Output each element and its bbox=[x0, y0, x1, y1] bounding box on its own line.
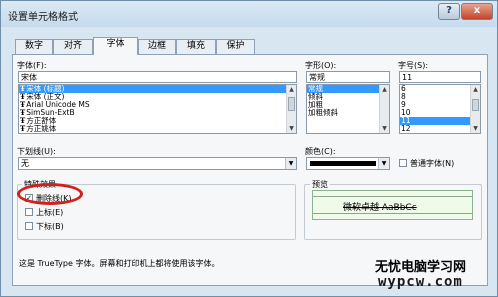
scroll-down-icon[interactable]: ▼ bbox=[287, 124, 296, 133]
preview-box: 微软卓越 AaBbCc bbox=[312, 190, 473, 220]
preview-text: 微软卓越 AaBbCc bbox=[343, 203, 417, 213]
normal-font-label: 普通字体(N) bbox=[410, 159, 455, 168]
watermark-url: wypcw.com bbox=[378, 274, 463, 290]
list-item[interactable]: Ŧ方正姚体 bbox=[19, 125, 296, 133]
tab-fill[interactable]: 填充 bbox=[176, 39, 216, 54]
style-label: 字形(O): bbox=[305, 61, 337, 70]
style-list-scrollbar[interactable]: ▲ ▼ bbox=[379, 85, 389, 133]
scroll-down-icon[interactable]: ▼ bbox=[471, 124, 480, 133]
font-tab-panel: 字体(F): 宋体 Ŧ宋体 (标题) Ŧ宋体 (正文) ŦArial Unico… bbox=[12, 54, 488, 286]
color-select[interactable]: ▼ bbox=[306, 157, 390, 170]
watermark-site-name: 无忧电脑学习网 bbox=[375, 260, 467, 275]
list-item[interactable]: 12 bbox=[400, 125, 480, 133]
list-item[interactable]: 10 bbox=[400, 109, 480, 117]
preview-legend: 预览 bbox=[310, 179, 330, 190]
style-input[interactable]: 常规 bbox=[306, 71, 390, 83]
scroll-up-icon[interactable]: ▲ bbox=[471, 85, 480, 94]
superscript-checkbox[interactable] bbox=[25, 208, 33, 216]
format-cells-dialog: 设置单元格格式 ? x 数字 对齐 字体 边框 填充 保护 字体(F): 宋体 … bbox=[0, 0, 498, 297]
color-label: 颜色(C): bbox=[305, 147, 336, 156]
close-button[interactable]: x bbox=[461, 3, 493, 20]
chevron-down-icon[interactable]: ▼ bbox=[378, 158, 389, 169]
list-item-label: 方正姚体 bbox=[26, 124, 57, 133]
subscript-label: 下标(B) bbox=[36, 222, 64, 231]
list-item[interactable]: 11 bbox=[400, 117, 480, 125]
title-bar[interactable]: 设置单元格格式 ? x bbox=[1, 1, 497, 27]
tab-font[interactable]: 字体 bbox=[93, 37, 138, 55]
color-swatch bbox=[310, 161, 376, 166]
underline-label: 下划线(U): bbox=[17, 147, 56, 156]
size-list-scrollbar[interactable]: ▲ ▼ bbox=[470, 85, 480, 133]
list-item[interactable]: Ŧ方正舒体 bbox=[19, 117, 296, 125]
preview-line bbox=[313, 213, 472, 214]
font-list-scrollbar[interactable]: ▲ ▼ bbox=[286, 85, 296, 133]
tab-protection[interactable]: 保护 bbox=[216, 39, 255, 54]
size-label: 字号(S): bbox=[398, 61, 429, 70]
list-item[interactable]: 9 bbox=[400, 101, 480, 109]
list-item[interactable]: 6 bbox=[400, 85, 480, 93]
tab-alignment[interactable]: 对齐 bbox=[53, 39, 93, 54]
help-button[interactable]: ? bbox=[438, 3, 460, 20]
superscript-label: 上标(E) bbox=[36, 208, 64, 217]
normal-font-checkbox[interactable] bbox=[399, 159, 407, 167]
size-input[interactable]: 11 bbox=[399, 71, 481, 83]
scroll-thumb[interactable] bbox=[288, 97, 295, 111]
font-input[interactable]: 宋体 bbox=[18, 71, 297, 83]
style-list[interactable]: 常规 倾斜 加粗 加粗倾斜 ▲ ▼ bbox=[306, 84, 390, 134]
font-label: 字体(F): bbox=[17, 61, 47, 70]
subscript-checkbox[interactable] bbox=[25, 222, 33, 230]
list-item[interactable]: ŦSimSun-ExtB bbox=[19, 109, 296, 117]
underline-value: 无 bbox=[21, 159, 29, 168]
preview-line bbox=[313, 196, 472, 197]
scroll-up-icon[interactable]: ▲ bbox=[380, 85, 389, 94]
list-item[interactable]: 8 bbox=[400, 93, 480, 101]
truetype-icon: Ŧ bbox=[20, 124, 26, 133]
font-list[interactable]: Ŧ宋体 (标题) Ŧ宋体 (正文) ŦArial Unicode MS ŦSim… bbox=[18, 84, 297, 134]
size-list[interactable]: 6 8 9 10 11 12 ▲ ▼ bbox=[399, 84, 481, 134]
scroll-up-icon[interactable]: ▲ bbox=[287, 85, 296, 94]
truetype-note: 这是 TrueType 字体。屏幕和打印机上都将使用该字体。 bbox=[19, 259, 220, 268]
underline-select[interactable]: 无 ▼ bbox=[18, 157, 297, 170]
scroll-thumb[interactable] bbox=[472, 99, 479, 111]
scroll-down-icon[interactable]: ▼ bbox=[380, 124, 389, 133]
tab-number[interactable]: 数字 bbox=[15, 39, 53, 54]
dialog-title: 设置单元格格式 bbox=[8, 12, 78, 23]
chevron-down-icon[interactable]: ▼ bbox=[285, 158, 296, 169]
list-item[interactable]: 加粗倾斜 bbox=[307, 109, 389, 117]
highlight-circle bbox=[17, 183, 83, 205]
tab-border[interactable]: 边框 bbox=[138, 39, 176, 54]
